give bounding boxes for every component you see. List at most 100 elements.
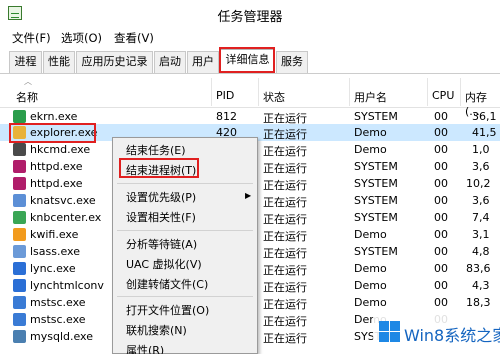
menu-search-online[interactable]: 联机搜索(N) <box>126 322 187 338</box>
process-user: Demo <box>354 296 387 309</box>
menu-open-file-location[interactable]: 打开文件位置(O) <box>126 302 209 318</box>
network-icon <box>13 194 26 207</box>
highlight-box-explorer <box>9 123 96 143</box>
process-memory: 3,6 <box>472 160 490 173</box>
system-window-icon <box>13 245 26 258</box>
app-icon <box>13 143 26 156</box>
process-cpu: 00 <box>434 262 448 275</box>
menu-analyze-wait-chain[interactable]: 分析等待链(A) <box>126 236 197 252</box>
windows-logo-icon <box>379 321 401 343</box>
tab-users[interactable]: 用户 <box>187 51 219 73</box>
process-memory: 10,2 <box>466 177 491 190</box>
menu-file[interactable]: 文件(F) <box>12 30 51 46</box>
menu-properties[interactable]: 属性(R) <box>126 342 164 354</box>
col-cpu[interactable]: CPU <box>432 89 454 102</box>
database-icon <box>13 330 26 343</box>
process-user: Demo <box>354 126 387 139</box>
process-name: lynchtmlconv <box>30 279 104 292</box>
tab-performance[interactable]: 性能 <box>43 51 75 73</box>
tab-processes[interactable]: 进程 <box>9 51 42 73</box>
process-user: SYSTEM <box>354 110 398 123</box>
col-divider[interactable] <box>211 78 212 106</box>
process-name: lsass.exe <box>30 245 80 258</box>
apache-feather-icon <box>13 177 26 190</box>
menu-divider <box>117 183 253 184</box>
process-cpu: 00 <box>434 245 448 258</box>
highlight-box-end-process-tree <box>119 158 199 178</box>
process-name: hkcmd.exe <box>30 143 91 156</box>
process-status: 正在运行 <box>263 281 307 294</box>
process-user: Demo <box>354 262 387 275</box>
process-cpu: 00 <box>434 126 448 139</box>
menu-create-dump-file[interactable]: 创建转储文件(C) <box>126 276 208 292</box>
process-status: 正在运行 <box>263 145 307 158</box>
process-memory: 1,0 <box>472 143 490 156</box>
process-cpu: 00 <box>434 228 448 241</box>
window-title: 任务管理器 <box>217 10 283 25</box>
process-memory: 7,4 <box>472 211 490 224</box>
process-status: 正在运行 <box>263 128 307 141</box>
process-status: 正在运行 <box>263 247 307 260</box>
process-name: knatsvc.exe <box>30 194 96 207</box>
col-divider[interactable] <box>427 78 428 106</box>
menu-set-affinity[interactable]: 设置相关性(F) <box>126 209 196 225</box>
process-user: SYSTEM <box>354 177 398 190</box>
column-header: ︿ 名称 PID 状态 用户名 CPU 内存(... <box>0 76 500 118</box>
process-cpu: 00 <box>434 160 448 173</box>
menu-options[interactable]: 选项(O) <box>61 30 102 46</box>
col-divider[interactable] <box>349 78 350 106</box>
col-divider[interactable] <box>460 78 461 106</box>
wifi-icon <box>13 228 26 241</box>
watermark: Win8系统之家 <box>373 312 500 354</box>
submenu-arrow-icon: ▶ <box>245 191 252 200</box>
process-status: 正在运行 <box>263 332 307 345</box>
process-name: lync.exe <box>30 262 76 275</box>
menu-set-priority[interactable]: 设置优先级(P) <box>126 189 196 205</box>
apache-feather-icon <box>13 160 26 173</box>
process-memory: 4,3 <box>472 279 490 292</box>
menu-divider <box>117 230 253 231</box>
lync-icon <box>13 262 26 275</box>
col-user[interactable]: 用户名 <box>354 89 387 105</box>
process-name: mstsc.exe <box>30 296 86 309</box>
menu-end-task[interactable]: 结束任务(E) <box>126 142 186 158</box>
tab-app-history[interactable]: 应用历史记录 <box>76 51 153 73</box>
process-cpu: 00 <box>434 110 448 123</box>
menu-divider <box>117 296 253 297</box>
context-menu: 结束任务(E) 结束进程树(T) 设置优先级(P) ▶ 设置相关性(F) 分析等… <box>112 137 258 354</box>
process-cpu: 00 <box>434 177 448 190</box>
tab-services[interactable]: 服务 <box>276 51 308 73</box>
process-cpu: 00 <box>434 211 448 224</box>
tab-startup[interactable]: 启动 <box>154 51 186 73</box>
process-user: SYSTEM <box>354 160 398 173</box>
menu-view[interactable]: 查看(V) <box>114 30 154 46</box>
process-name: httpd.exe <box>30 160 83 173</box>
process-memory: 18,3 <box>466 296 491 309</box>
menu-uac-virtualization[interactable]: UAC 虚拟化(V) <box>126 256 202 272</box>
tab-bar: 进程 性能 应用历史记录 启动 用户 详细信息 服务 <box>0 47 500 74</box>
process-name: httpd.exe <box>30 177 83 190</box>
process-status: 正在运行 <box>263 213 307 226</box>
col-name[interactable]: 名称 <box>16 89 38 105</box>
process-cpu: 00 <box>434 143 448 156</box>
process-status: 正在运行 <box>263 196 307 209</box>
process-name: knbcenter.ex <box>30 211 102 224</box>
col-status[interactable]: 状态 <box>263 89 285 105</box>
process-name: mysqld.exe <box>30 330 93 343</box>
shield-check-icon <box>13 211 26 224</box>
remote-desktop-icon <box>13 296 26 309</box>
process-memory: 3,6 <box>472 194 490 207</box>
sort-up-icon: ︿ <box>24 77 32 86</box>
process-memory: 4,8 <box>472 245 490 258</box>
lync-icon <box>13 279 26 292</box>
col-divider[interactable] <box>258 78 259 106</box>
process-name: ekrn.exe <box>30 110 78 123</box>
menu-bar: 文件(F) 选项(O) 查看(V) <box>0 27 500 47</box>
process-user: SYSTEM <box>354 194 398 207</box>
process-status: 正在运行 <box>263 298 307 311</box>
process-status: 正在运行 <box>263 230 307 243</box>
process-memory: 41,5 <box>472 126 497 139</box>
col-pid[interactable]: PID <box>216 89 234 102</box>
remote-desktop-icon <box>13 313 26 326</box>
process-status: 正在运行 <box>263 162 307 175</box>
